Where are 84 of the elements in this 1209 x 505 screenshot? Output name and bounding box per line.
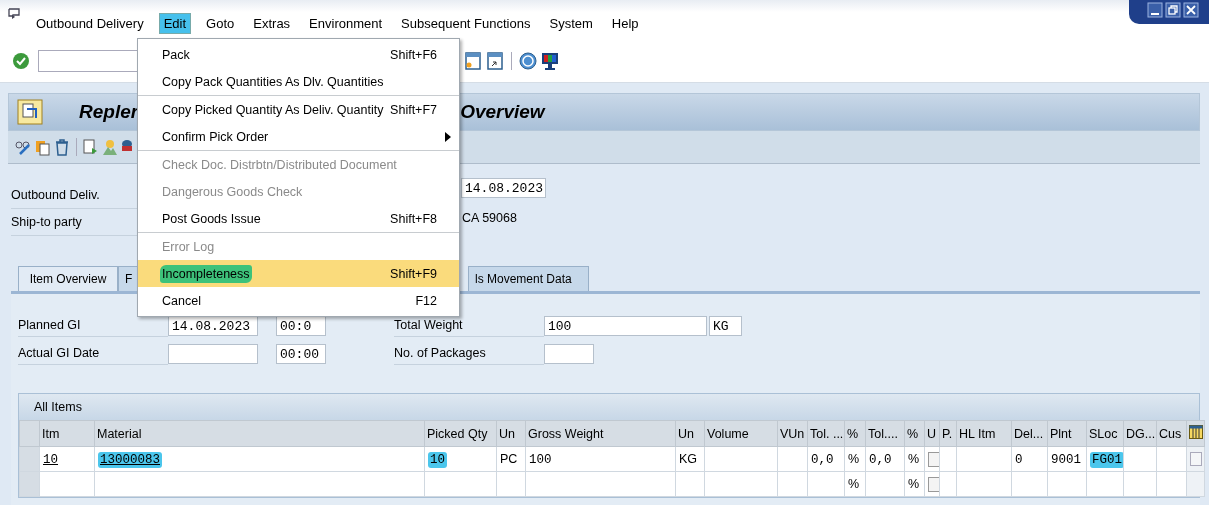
help-icon[interactable] <box>519 51 537 71</box>
menu-item[interactable]: Incompleteness Shift+F9 <box>138 260 459 287</box>
submenu-arrow-icon <box>445 132 451 142</box>
ship-to-address: CA 59068 <box>462 211 517 225</box>
column-header[interactable]: Picked Qty <box>424 420 497 447</box>
table-cell: KG <box>679 452 698 466</box>
column-header[interactable]: Volume <box>704 420 778 447</box>
shortcut-icon[interactable] <box>486 51 504 71</box>
menu-item[interactable]: Copy Pack Quantities As Dlv. Quantities <box>138 68 459 95</box>
document-icon[interactable] <box>83 138 99 156</box>
restore-icon[interactable] <box>1165 2 1181 18</box>
menu-item[interactable]: Copy Picked Quantity As Deliv. Quantity Shift+F7 <box>138 96 459 123</box>
tab[interactable]: Item Overview <box>18 266 118 291</box>
new-session-icon[interactable] <box>464 51 482 71</box>
weight-field[interactable]: 100 <box>544 315 707 336</box>
unit-field[interactable]: KG <box>709 315 742 336</box>
menu-item[interactable]: Help <box>607 13 643 33</box>
column-header[interactable]: % <box>844 420 866 447</box>
table-cell: 0,0 <box>811 452 834 467</box>
column-header[interactable]: % <box>904 420 925 447</box>
column-header[interactable]: Un <box>675 420 705 447</box>
column-header[interactable]: SLoc <box>1086 420 1124 447</box>
table-cell: % <box>848 452 860 466</box>
menu-item[interactable]: System <box>545 13 597 33</box>
screen-title: Repler <box>79 101 139 123</box>
menu-item[interactable]: Outbound Delivery <box>32 13 148 33</box>
screen-icon[interactable] <box>8 8 22 20</box>
packages-field[interactable] <box>544 343 594 364</box>
menu-item[interactable]: Extras <box>249 13 295 33</box>
table-cell: 10 <box>428 451 447 468</box>
checkbox[interactable] <box>928 451 939 467</box>
menu-item[interactable]: Pack Shift+F6 <box>138 41 459 68</box>
menu-item[interactable]: Environment <box>305 13 387 33</box>
column-header[interactable]: Itm <box>39 420 95 447</box>
scroll-handle[interactable] <box>1190 452 1202 466</box>
table-cell: 0,0 <box>869 452 892 467</box>
table-title: All Items <box>34 400 82 414</box>
menu-item[interactable]: Post Goods Issue Shift+F8 <box>138 205 459 232</box>
time-field[interactable]: 00:00 <box>276 343 326 364</box>
menu-item[interactable]: Goto <box>202 13 239 33</box>
table-cell: 9001 <box>1051 452 1081 467</box>
table-cell: % <box>908 477 920 491</box>
column-header[interactable]: Del... <box>1011 420 1048 447</box>
column-settings-icon[interactable] <box>1189 425 1203 439</box>
column-header[interactable]: Plnt <box>1047 420 1087 447</box>
enter-icon[interactable] <box>12 52 30 70</box>
column-header[interactable]: Un <box>496 420 526 447</box>
trash-icon[interactable] <box>54 138 70 156</box>
field-label: Ship-to party <box>11 215 83 229</box>
date-field[interactable]: 14.08.2023 <box>168 315 258 336</box>
copy-icon[interactable] <box>35 138 51 156</box>
menu-item[interactable]: Confirm Pick Order <box>138 123 459 150</box>
checkbox[interactable] <box>928 476 939 492</box>
column-header[interactable]: VUn <box>777 420 808 447</box>
column-header[interactable]: Tol.... <box>865 420 905 447</box>
column-header[interactable]: Tol. ... <box>807 420 845 447</box>
column-header[interactable]: Material <box>94 420 425 447</box>
date-field[interactable]: 14.08.2023 <box>461 178 546 198</box>
document-icon <box>17 99 43 125</box>
tab[interactable]: ls Movement Data <box>468 266 589 291</box>
item-link[interactable]: 13000083 <box>98 451 162 468</box>
table-cell: FG01 <box>1090 451 1123 468</box>
screen-title: Overview <box>460 101 545 123</box>
table-cell: % <box>848 477 860 491</box>
close-icon[interactable] <box>1183 2 1199 18</box>
table-cell: % <box>908 452 920 466</box>
column-header[interactable]: Cus <box>1156 420 1187 447</box>
menu-item[interactable]: Edit <box>158 12 192 34</box>
column-header[interactable]: HL Itm <box>956 420 1012 447</box>
menu-item[interactable]: Cancel F12 <box>138 287 459 314</box>
time-field[interactable]: 00:0 <box>276 315 326 336</box>
field-label: Outbound Deliv. <box>11 188 101 202</box>
display-change-icon[interactable] <box>14 138 32 156</box>
date-field[interactable] <box>168 343 258 364</box>
column-header[interactable]: DG... <box>1123 420 1157 447</box>
table-cell: PC <box>500 452 518 466</box>
menu-item[interactable]: Subsequent Functions <box>397 13 535 33</box>
item-link[interactable]: 10 <box>43 452 58 467</box>
command-field[interactable] <box>38 50 140 72</box>
column-header[interactable]: Gross Weight <box>525 420 676 447</box>
monitor-icon[interactable] <box>541 51 559 71</box>
table-cell: 0 <box>1015 452 1023 467</box>
table-cell: 100 <box>529 452 552 467</box>
minimize-icon[interactable] <box>1147 2 1163 18</box>
